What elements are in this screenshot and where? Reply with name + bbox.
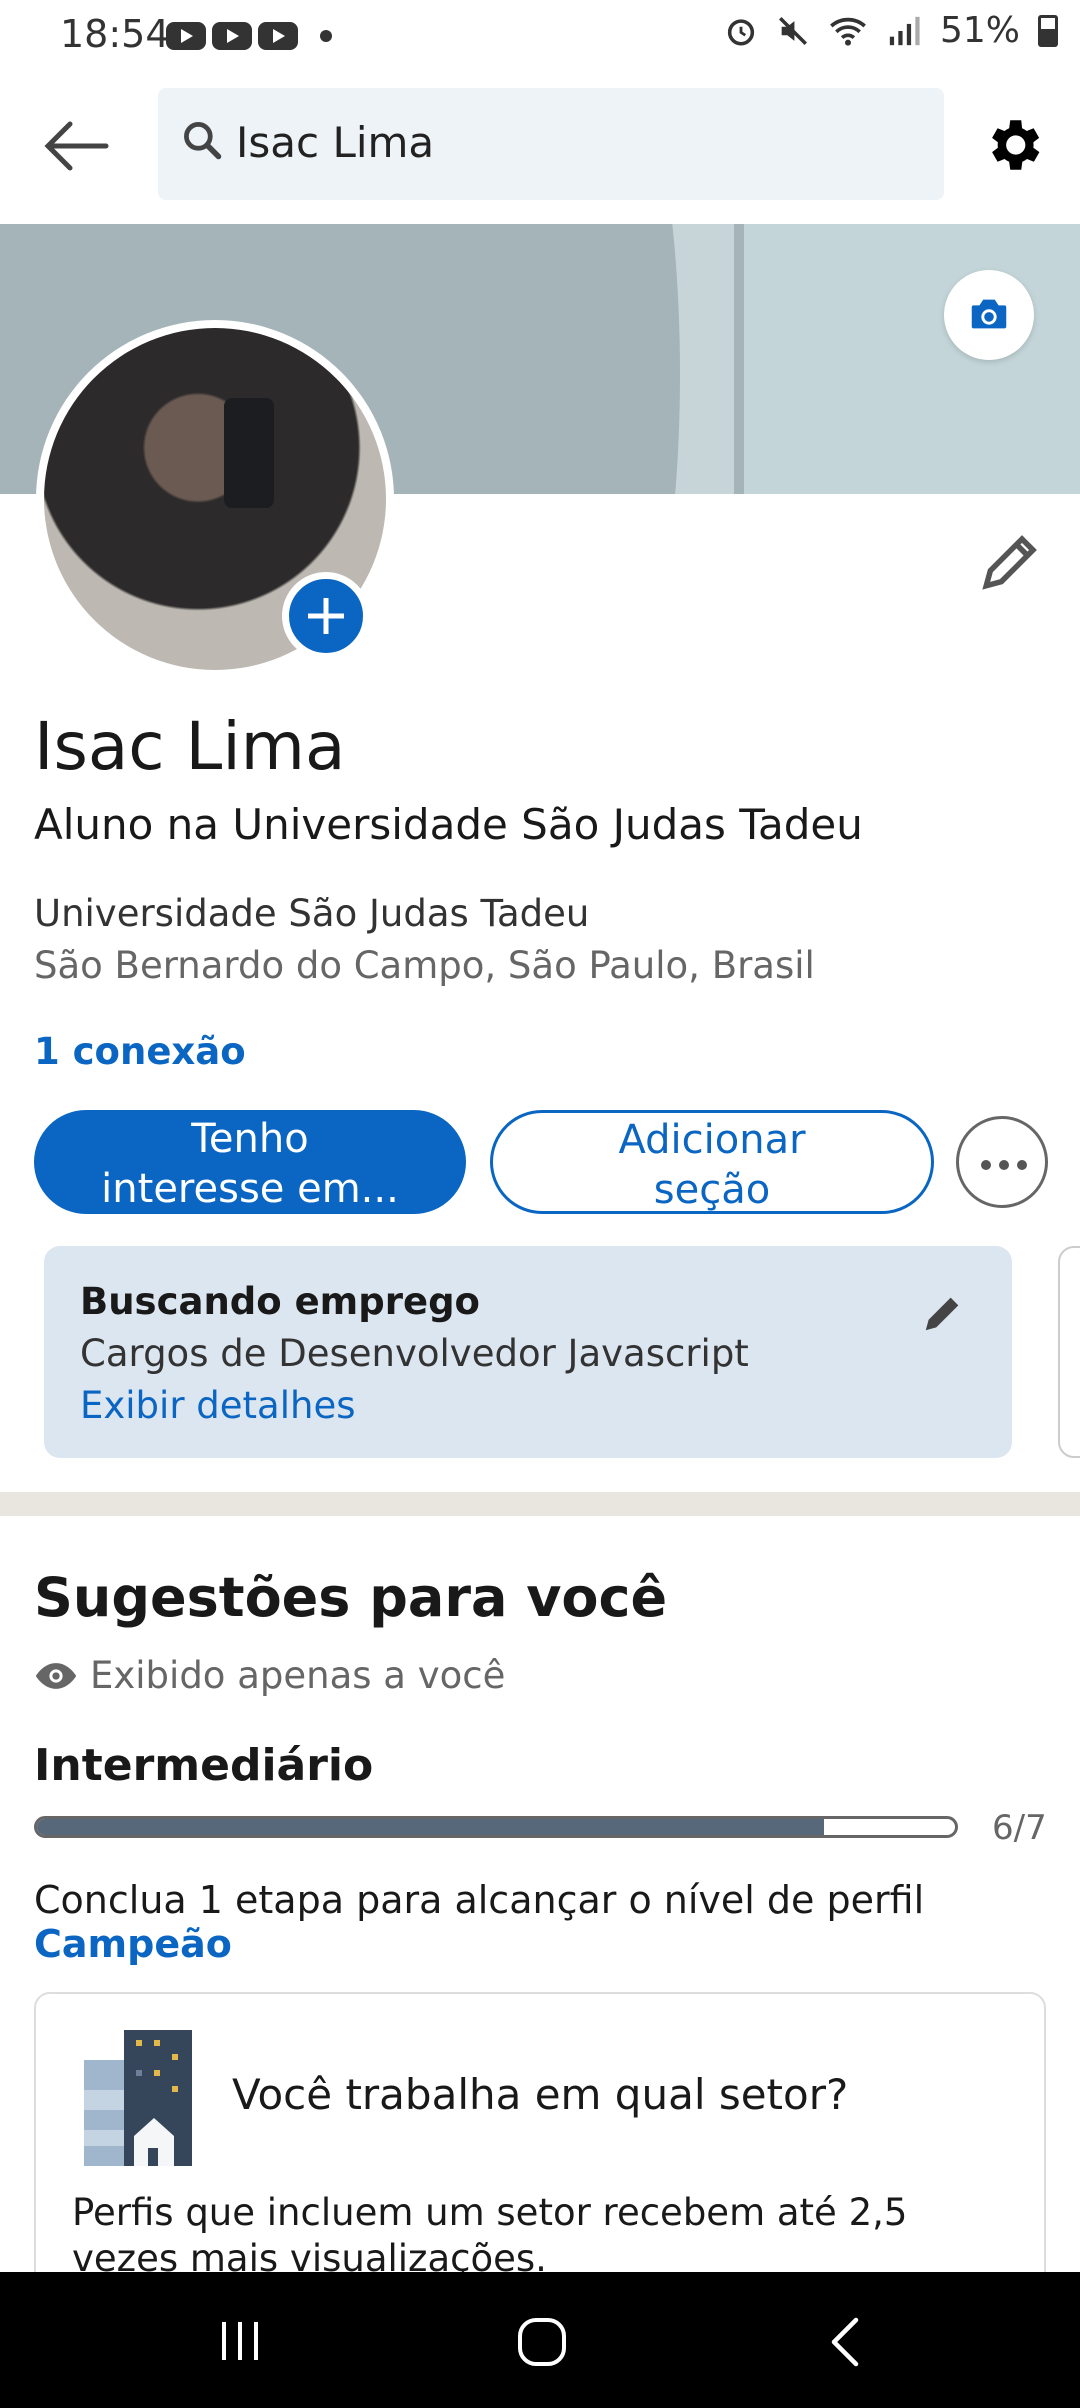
search-query: Isac Lima [236,118,435,167]
search-icon [184,122,222,160]
open-to-label-2: interesse em... [101,1166,399,1212]
industry-description: Perfis que incluem um setor recebem até … [72,2191,908,2280]
level-hint-text: Conclua 1 etapa para alcançar o nível de… [34,1878,925,1922]
camera-icon [971,299,1007,329]
more-dot [999,1160,1009,1170]
open-to-work-title: Buscando emprego [80,1280,480,1323]
eye-icon [35,1662,77,1689]
youtube-notification-icon [166,22,206,50]
building-illustration-icon [84,2030,192,2166]
open-to-label-1: Tenho [191,1116,309,1162]
add-photo-button[interactable] [282,572,370,660]
next-card-peek[interactable] [1058,1246,1080,1458]
gear-icon[interactable] [980,112,1046,178]
recent-apps-icon[interactable] [216,2318,266,2364]
suggestions-title: Sugestões para você [34,1566,668,1629]
more-dot [981,1160,991,1170]
status-time: 18:54 [60,12,170,56]
top-bar: Isac Lima [0,72,1080,222]
profile-location: São Bernardo do Campo, São Paulo, Brasil [34,944,815,987]
profile-level: Intermediário [34,1740,374,1791]
level-target-link[interactable]: Campeão [34,1922,232,1966]
visibility-note: Exibido apenas a você [34,1654,505,1697]
back-icon[interactable] [826,2316,866,2368]
section-divider [0,1492,1080,1516]
home-icon[interactable] [516,2316,568,2368]
battery-percent: 51% [939,10,1020,51]
more-options-button[interactable] [956,1116,1048,1208]
profile-progress-bar [34,1816,958,1838]
profile-headline: Aluno na Universidade São Judas Tadeu [34,800,863,849]
youtube-notification-icon [212,22,252,50]
visibility-text: Exibido apenas a você [90,1654,506,1697]
add-section-button[interactable]: Adicionar seção [490,1110,934,1214]
system-nav-bar [0,2272,1080,2408]
phone-in-photo [224,398,274,508]
add-section-label-2: seção [653,1167,771,1213]
banner-arc [520,224,680,494]
edit-banner-button[interactable] [944,270,1034,360]
profile-progress-fill [37,1819,824,1835]
status-bar: 18:54 51% [0,0,1080,72]
profile-education[interactable]: Universidade São Judas Tadeu [34,892,589,935]
battery-icon [1038,14,1058,47]
open-to-button[interactable]: Tenho interesse em... [34,1110,466,1214]
back-arrow-icon[interactable] [40,116,110,176]
search-input[interactable]: Isac Lima [158,88,944,200]
connections-link[interactable]: 1 conexão [34,1030,246,1073]
youtube-notification-icon [258,22,298,50]
wifi-icon [830,17,866,46]
industry-suggestion-card[interactable]: Você trabalha em qual setor? Perfis que … [34,1992,1046,2292]
signal-icon [889,16,920,45]
industry-question: Você trabalha em qual setor? [232,2070,849,2119]
more-dot [1017,1160,1027,1170]
add-section-label-1: Adicionar [618,1117,806,1163]
progress-label: 6/7 [992,1808,1047,1848]
edit-icon[interactable] [920,1290,966,1336]
show-details-link[interactable]: Exibir detalhes [80,1384,356,1427]
open-to-work-card[interactable]: Buscando emprego Cargos de Desenvolvedor… [44,1246,1012,1458]
profile-name: Isac Lima [34,708,346,785]
banner-light [744,224,1080,494]
open-to-work-roles: Cargos de Desenvolvedor Javascript [80,1332,749,1375]
level-hint: Conclua 1 etapa para alcançar o nível de… [34,1878,1080,1966]
edit-intro-icon[interactable] [978,528,1044,594]
more-notifications-icon [320,30,332,42]
mute-icon [778,16,807,45]
alarm-icon [727,18,755,46]
status-icons: 51% [724,10,1058,51]
